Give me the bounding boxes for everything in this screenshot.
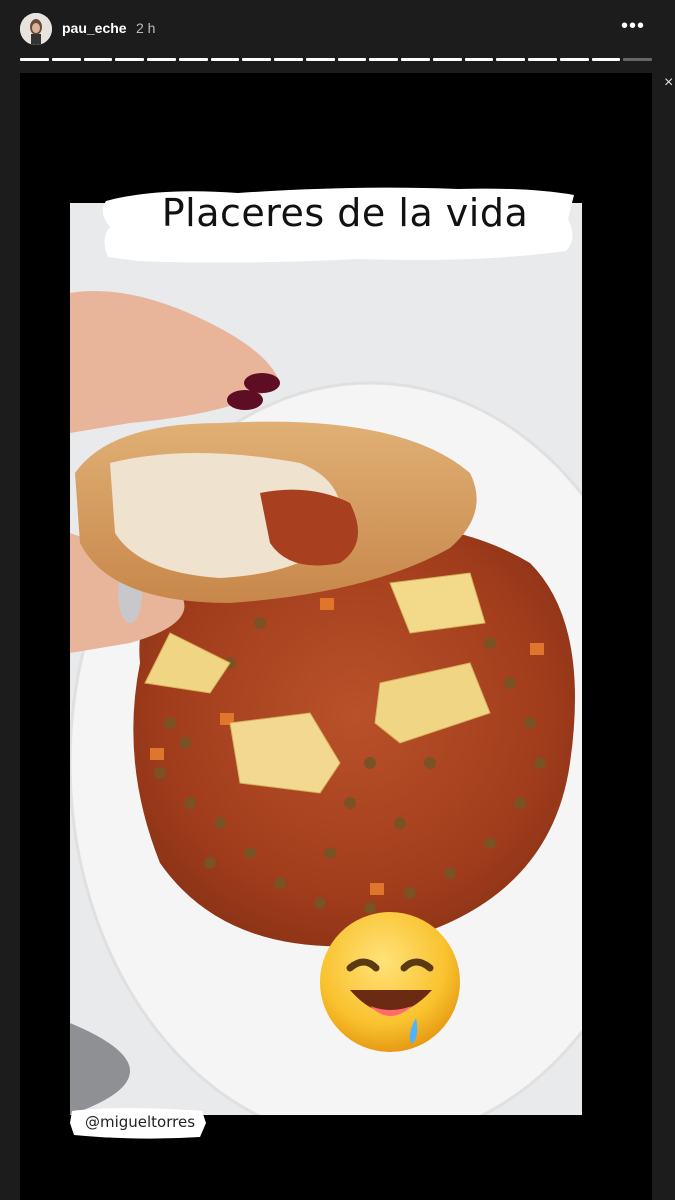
progress-segment <box>210 58 240 61</box>
drooling-face-emoji-icon <box>320 912 460 1052</box>
progress-segment <box>464 58 494 61</box>
avatar-image <box>20 13 52 45</box>
story-header: pau_eche 2 h ••• <box>0 0 675 60</box>
progress-segment <box>591 58 621 61</box>
progress-segment <box>178 58 208 61</box>
progress-segment <box>51 58 81 61</box>
progress-segment <box>559 58 589 61</box>
progress-segment <box>274 58 303 61</box>
progress-segment <box>432 58 462 61</box>
avatar[interactable] <box>20 13 52 45</box>
progress-segment <box>401 58 430 61</box>
progress-segment <box>147 58 176 61</box>
progress-segment <box>20 58 49 61</box>
progress-segment <box>528 58 557 61</box>
more-horizontal-icon: ••• <box>620 15 645 37</box>
mention-tag[interactable]: @migueltorres <box>72 1113 208 1131</box>
progress-segment <box>623 58 652 61</box>
story-progress-bar <box>20 58 652 61</box>
progress-segment <box>242 58 271 61</box>
story-caption: Placeres de la vida <box>161 191 529 235</box>
more-options-button[interactable]: ••• <box>617 14 649 42</box>
close-icon[interactable]: × <box>664 74 673 92</box>
post-time: 2 h <box>136 20 156 36</box>
progress-segment <box>369 58 398 61</box>
progress-segment <box>337 58 367 61</box>
story-frame[interactable]: Placeres de la vida @migueltorres <box>20 73 652 1200</box>
progress-segment <box>83 58 113 61</box>
progress-segment <box>496 58 525 61</box>
progress-segment <box>305 58 335 61</box>
username[interactable]: pau_eche <box>62 20 127 36</box>
progress-segment <box>115 58 144 61</box>
